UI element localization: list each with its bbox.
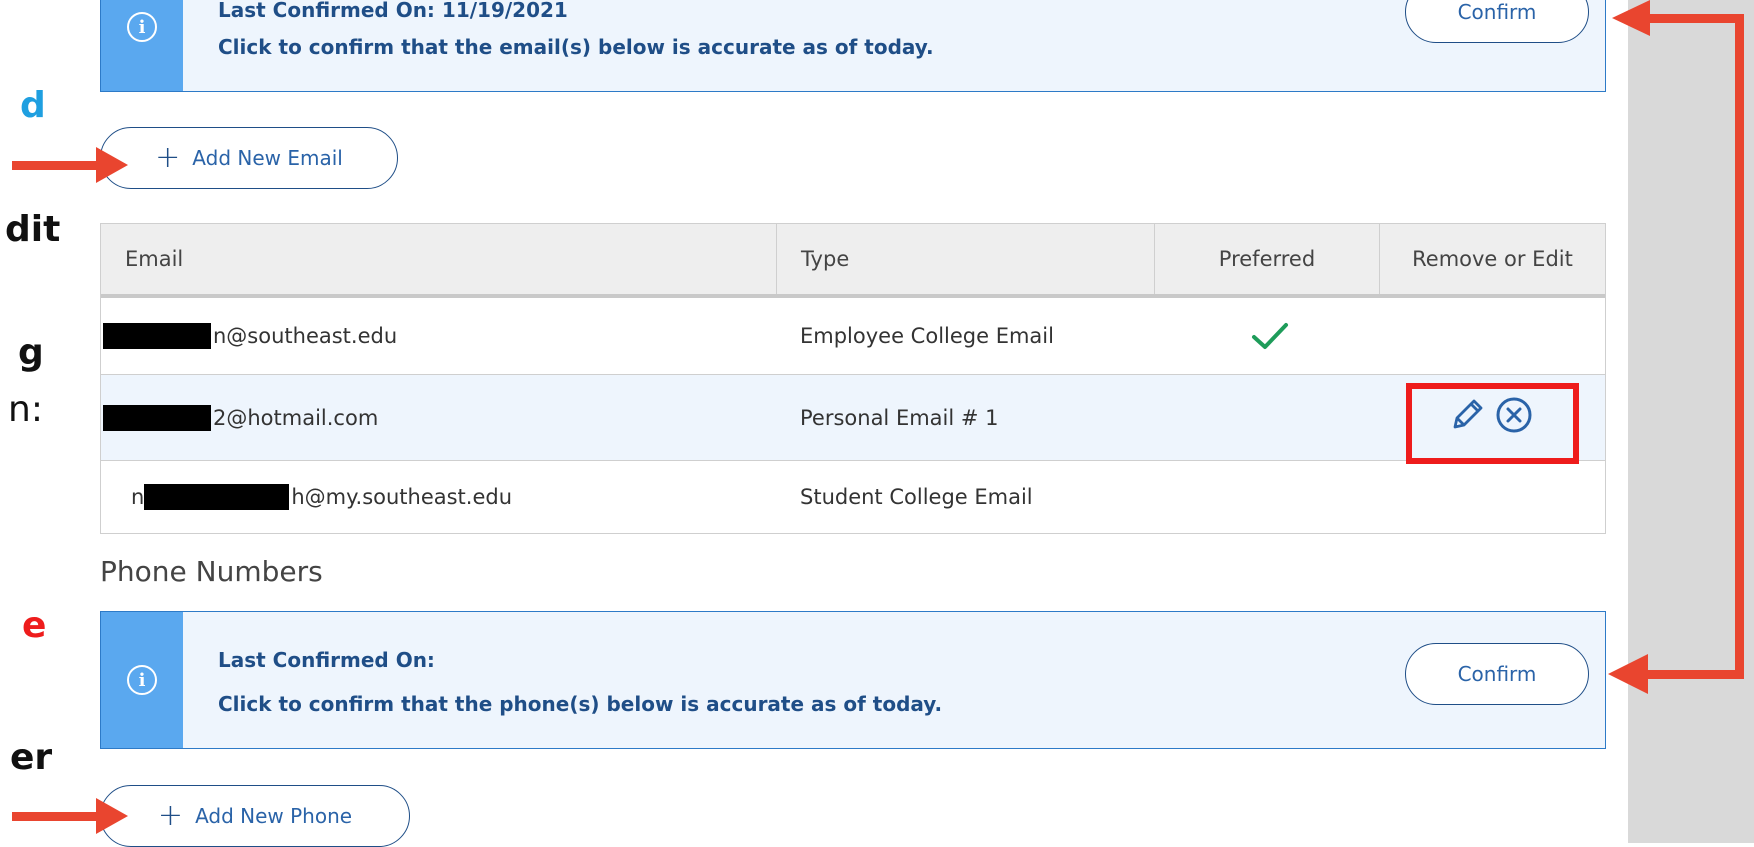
annotation-arrows	[12, 0, 1744, 834]
arrow-add-email	[12, 147, 128, 183]
arrow-add-phone	[12, 798, 128, 834]
arrow-confirm-bracket	[1608, 0, 1744, 694]
